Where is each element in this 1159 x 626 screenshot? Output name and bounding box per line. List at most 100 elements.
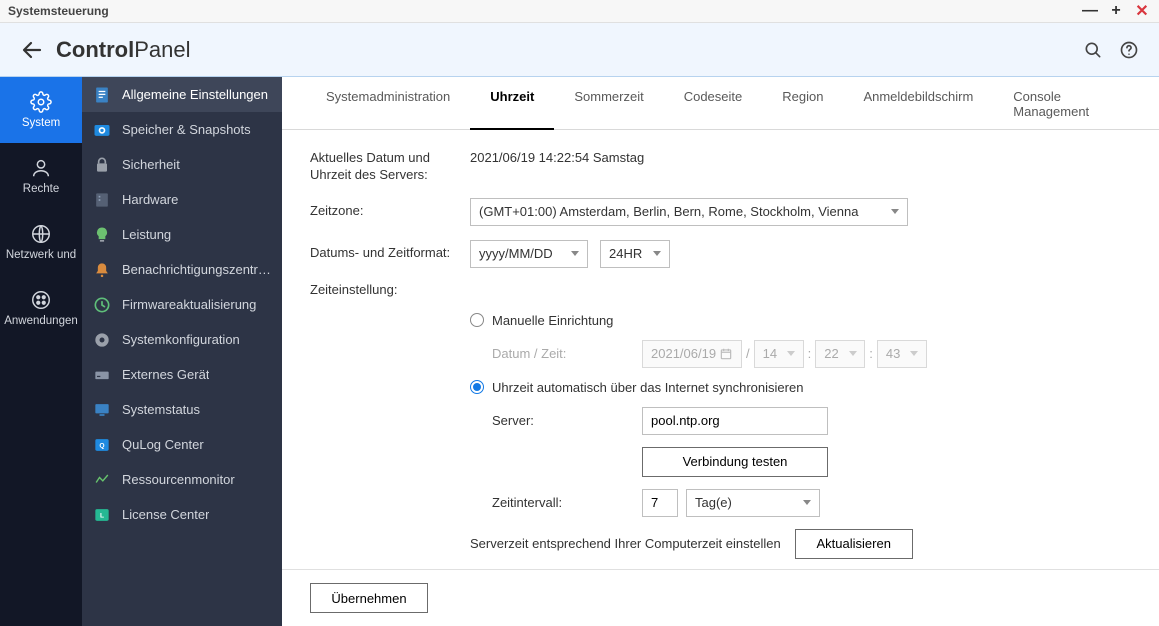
gear-icon: [30, 91, 52, 113]
row-current-datetime: Aktuelles Datum und Uhrzeit des Servers:…: [310, 150, 1131, 184]
current-datetime-value: 2021/06/19 14:22:54 Samstag: [470, 150, 644, 165]
row-datetimeformat: Datums- und Zeitformat: yyyy/MM/DD 24HR: [310, 240, 1131, 268]
interval-label: Zeitintervall:: [492, 495, 642, 510]
form: Aktuelles Datum und Uhrzeit des Servers:…: [282, 130, 1159, 569]
category-apps[interactable]: Anwendungen: [0, 275, 82, 341]
sidebar-item-label: Allgemeine Einstellungen: [122, 87, 268, 102]
datetimeformat-label: Datums- und Zeitformat:: [310, 245, 470, 262]
page-title: ControlPanel: [56, 37, 190, 63]
category-network[interactable]: Netzwerk und: [0, 209, 82, 275]
header: ControlPanel: [0, 23, 1159, 77]
sidebar-item-label: Ressourcenmonitor: [122, 472, 235, 487]
tab-dst[interactable]: Sommerzeit: [554, 77, 663, 129]
main: System Rechte Netzwerk und Anwendungen A…: [0, 77, 1159, 626]
sidebar-item-storage[interactable]: Speicher & Snapshots: [82, 112, 282, 147]
dateformat-select[interactable]: yyyy/MM/DD: [470, 240, 588, 268]
server-icon: [92, 190, 112, 210]
sidebar-item-performance[interactable]: Leistung: [82, 217, 282, 252]
tab-region[interactable]: Region: [762, 77, 843, 129]
radio-manual[interactable]: [470, 313, 484, 327]
tab-sysadmin[interactable]: Systemadministration: [306, 77, 470, 129]
category-label: Anwendungen: [4, 315, 78, 327]
chevron-down-icon: [653, 251, 661, 256]
sidebar-item-security[interactable]: Sicherheit: [82, 147, 282, 182]
header-actions: [1083, 40, 1139, 60]
apply-button[interactable]: Übernehmen: [310, 583, 428, 613]
svg-text:L: L: [100, 512, 104, 519]
tab-login[interactable]: Anmeldebildschirm: [843, 77, 993, 129]
maximize-icon[interactable]: +: [1107, 2, 1125, 20]
gear-small-icon: [92, 330, 112, 350]
calendar-icon: [719, 347, 733, 361]
category-rights[interactable]: Rechte: [0, 143, 82, 209]
sidebar-item-firmware[interactable]: Firmwareaktualisierung: [82, 287, 282, 322]
category-system[interactable]: System: [0, 77, 82, 143]
radio-auto[interactable]: [470, 380, 484, 394]
back-button[interactable]: [20, 38, 44, 62]
sidebar-item-status[interactable]: Systemstatus: [82, 392, 282, 427]
separator: :: [808, 346, 812, 361]
radio-manual-row[interactable]: Manuelle Einrichtung: [470, 313, 1131, 328]
timezone-value: (GMT+01:00) Amsterdam, Berlin, Bern, Rom…: [479, 204, 858, 219]
chevron-down-icon: [803, 500, 811, 505]
chevron-down-icon: [891, 209, 899, 214]
interval-unit-select[interactable]: Tag(e): [686, 489, 820, 517]
sidebar-item-label: Speicher & Snapshots: [122, 122, 251, 137]
row-timezone: Zeitzone: (GMT+01:00) Amsterdam, Berlin,…: [310, 198, 1131, 226]
minimize-icon[interactable]: —: [1081, 2, 1099, 20]
interval-value-input[interactable]: [642, 489, 678, 517]
close-icon[interactable]: ✕: [1133, 2, 1151, 20]
test-connection-button[interactable]: Verbindung testen: [642, 447, 828, 477]
sidebar-item-resource[interactable]: Ressourcenmonitor: [82, 462, 282, 497]
timeformat-select[interactable]: 24HR: [600, 240, 670, 268]
bulb-icon: [92, 225, 112, 245]
update-icon: [92, 295, 112, 315]
device-icon: [92, 365, 112, 385]
bell-icon: [92, 260, 112, 280]
help-icon[interactable]: [1119, 40, 1139, 60]
sidebar-item-notifications[interactable]: Benachrichtigungszentrum: [82, 252, 282, 287]
update-button[interactable]: Aktualisieren: [795, 529, 913, 559]
sidebar-item-label: Systemstatus: [122, 402, 200, 417]
sidebar-item-label: Externes Gerät: [122, 367, 209, 382]
radio-auto-row[interactable]: Uhrzeit automatisch über das Internet sy…: [470, 380, 1131, 395]
separator: /: [746, 346, 750, 361]
sidebar-item-qulog[interactable]: Q QuLog Center: [82, 427, 282, 462]
manual-sec-select: 43: [877, 340, 927, 368]
content: Systemadministration Uhrzeit Sommerzeit …: [282, 77, 1159, 626]
tab-console[interactable]: Console Management: [993, 77, 1135, 129]
lock-icon: [92, 155, 112, 175]
current-datetime-label: Aktuelles Datum und Uhrzeit des Servers:: [310, 150, 470, 184]
apps-icon: [30, 289, 52, 311]
category-label: Netzwerk und: [6, 249, 76, 261]
svg-text:Q: Q: [99, 442, 104, 449]
manual-sub-label: Datum / Zeit:: [492, 346, 642, 361]
row-interval: Zeitintervall: Tag(e): [492, 489, 1131, 517]
sidebar-item-external[interactable]: Externes Gerät: [82, 357, 282, 392]
log-icon: Q: [92, 435, 112, 455]
tab-time[interactable]: Uhrzeit: [470, 77, 554, 129]
titlebar: Systemsteuerung — + ✕: [0, 0, 1159, 23]
category-label: System: [22, 117, 60, 129]
manual-label: Manuelle Einrichtung: [492, 313, 613, 328]
sync-desc: Serverzeit entsprechend Ihrer Computerze…: [470, 536, 781, 551]
sidebar-item-sysconfig[interactable]: Systemkonfiguration: [82, 322, 282, 357]
sidebar-item-hardware[interactable]: Hardware: [82, 182, 282, 217]
manual-hour-select: 14: [754, 340, 804, 368]
row-test: Verbindung testen: [492, 447, 1131, 477]
timezone-select[interactable]: (GMT+01:00) Amsterdam, Berlin, Bern, Rom…: [470, 198, 908, 226]
search-icon[interactable]: [1083, 40, 1103, 60]
titlebar-actions: — + ✕: [1081, 2, 1151, 20]
camera-icon: [92, 120, 112, 140]
timezone-label: Zeitzone:: [310, 203, 470, 220]
sidebar-item-general[interactable]: Allgemeine Einstellungen: [82, 77, 282, 112]
dateformat-value: yyyy/MM/DD: [479, 246, 553, 261]
window-title: Systemsteuerung: [8, 4, 109, 18]
monitor-icon: [92, 400, 112, 420]
sidebar-item-license[interactable]: L License Center: [82, 497, 282, 532]
tab-codepage[interactable]: Codeseite: [664, 77, 763, 129]
server-input[interactable]: [642, 407, 828, 435]
sidebar: Allgemeine Einstellungen Speicher & Snap…: [82, 77, 282, 626]
category-label: Rechte: [23, 183, 59, 195]
category-bar: System Rechte Netzwerk und Anwendungen: [0, 77, 82, 626]
